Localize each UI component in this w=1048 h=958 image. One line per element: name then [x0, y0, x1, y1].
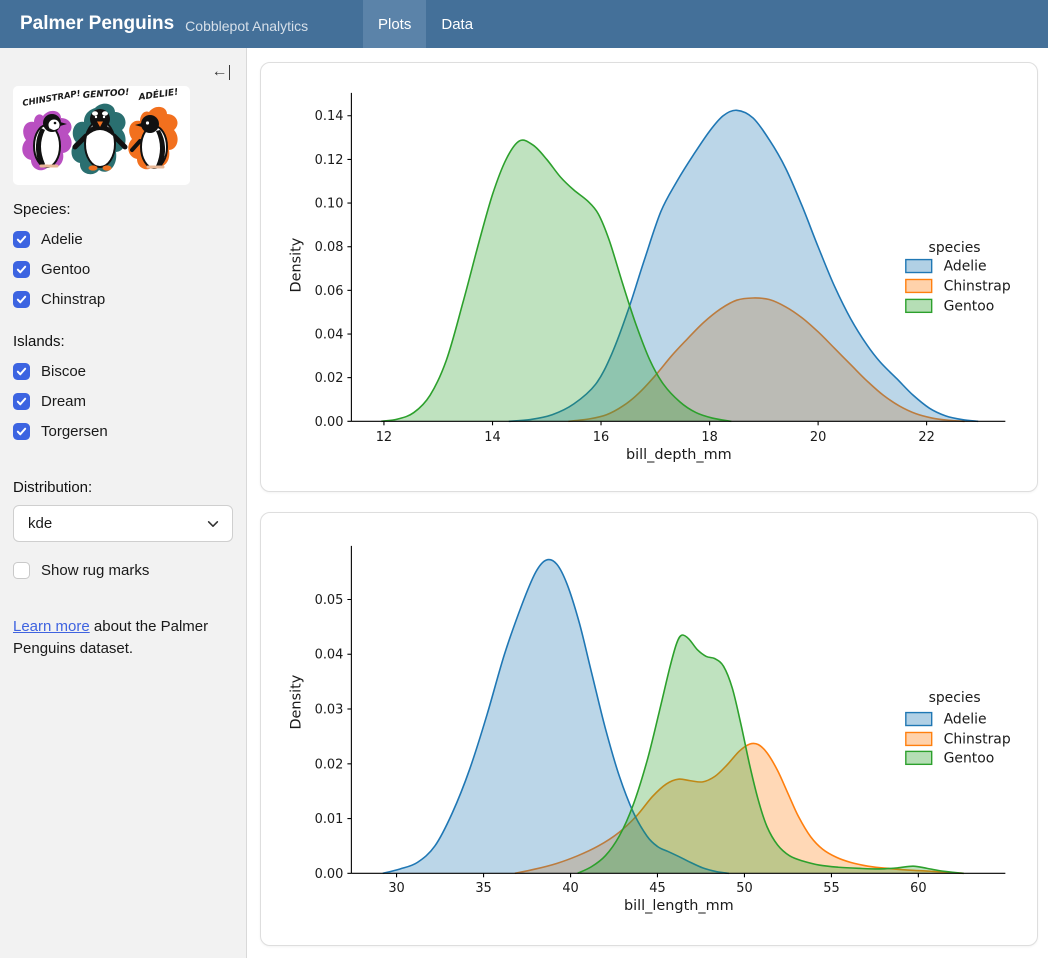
distribution-selected-value: kde	[28, 515, 52, 532]
legend-swatch-gentoo	[906, 299, 932, 312]
svg-text:0.00: 0.00	[315, 867, 344, 882]
footer-note: Learn more about the Palmer Penguins dat…	[13, 616, 231, 660]
bill-depth-density-chart: 12 14 16 18 20 22 0.00 0.02 0.04 0.06 0.08 0.10 0.12…	[261, 63, 1037, 491]
penguins-artwork: CHINSTRAP! GENTOO! ADÉLIE!	[13, 86, 233, 185]
chart-legend: species Adelie Chinstrap Gentoo	[906, 240, 1011, 314]
svg-text:0.02: 0.02	[315, 757, 344, 772]
svg-text:12: 12	[376, 430, 392, 445]
bill-depth-chart-card: 12 14 16 18 20 22 0.00 0.02 0.04 0.06 0.08 0.10 0.12…	[260, 62, 1038, 492]
svg-text:40: 40	[562, 881, 578, 896]
legend-swatch-adelie	[906, 713, 932, 726]
legend-title: species	[929, 240, 981, 256]
chart-legend: species Adelie Chinstrap Gentoo	[906, 690, 1011, 766]
islands-checkbox-group: Biscoe Dream Torgersen	[13, 362, 233, 440]
checkbox-checked-icon	[13, 261, 30, 278]
brand: Palmer Penguins Cobblepot Analytics	[0, 0, 363, 48]
legend-swatch-gentoo	[906, 751, 932, 764]
svg-text:0.03: 0.03	[315, 702, 344, 717]
navbar: Palmer Penguins Cobblepot Analytics Plot…	[0, 0, 1048, 48]
svg-text:16: 16	[593, 430, 609, 445]
species-filter-label: Species:	[13, 201, 233, 218]
legend-label-adelie: Adelie	[944, 712, 987, 728]
svg-text:60: 60	[910, 881, 926, 896]
svg-text:45: 45	[649, 881, 665, 896]
show-rug-marks-checkbox[interactable]: Show rug marks	[13, 561, 233, 579]
y-axis-label: Density	[289, 237, 305, 292]
bill-length-chart-card: 30 35 40 45 50 55 60 0.00 0.01 0.02 0.03 0.04 0.05 bi…	[260, 512, 1038, 946]
checkbox-checked-icon	[13, 423, 30, 440]
svg-text:0.14: 0.14	[315, 109, 344, 124]
svg-text:0.10: 0.10	[315, 197, 344, 212]
svg-text:0.04: 0.04	[315, 328, 344, 343]
islands-filter-label: Islands:	[13, 333, 233, 350]
legend-label-gentoo: Gentoo	[944, 750, 995, 766]
svg-text:22: 22	[918, 430, 934, 445]
checkbox-adelie[interactable]: Adelie	[13, 230, 233, 248]
main-content: 12 14 16 18 20 22 0.00 0.02 0.04 0.06 0.08 0.10 0.12…	[247, 48, 1048, 958]
bill-length-density-chart: 30 35 40 45 50 55 60 0.00 0.01 0.02 0.03 0.04 0.05 bi…	[261, 513, 1037, 945]
checkbox-label: Dream	[41, 393, 86, 410]
legend-label-gentoo: Gentoo	[944, 298, 995, 314]
svg-text:30: 30	[388, 881, 404, 896]
tab-plots[interactable]: Plots	[363, 0, 426, 48]
svg-text:20: 20	[810, 430, 826, 445]
svg-text:0.02: 0.02	[315, 371, 344, 386]
checkbox-label: Adelie	[41, 231, 83, 248]
checkbox-gentoo[interactable]: Gentoo	[13, 260, 233, 278]
nav-tabs: PlotsData	[363, 0, 488, 48]
arrow-left-to-bar-icon: ←	[212, 64, 228, 80]
checkbox-unchecked-icon	[13, 562, 30, 579]
show-rug-marks-label: Show rug marks	[41, 562, 149, 579]
checkbox-label: Gentoo	[41, 261, 90, 278]
app-subtitle: Cobblepot Analytics	[185, 15, 308, 34]
checkbox-checked-icon	[13, 231, 30, 248]
learn-more-link[interactable]: Learn more	[13, 618, 90, 635]
svg-text:14: 14	[484, 430, 500, 445]
svg-text:0.05: 0.05	[315, 593, 344, 608]
legend-label-chinstrap: Chinstrap	[944, 278, 1011, 294]
checkbox-checked-icon	[13, 291, 30, 308]
distribution-select[interactable]: kde	[13, 505, 233, 542]
svg-text:35: 35	[475, 881, 491, 896]
svg-text:0.00: 0.00	[315, 415, 344, 430]
checkbox-chinstrap[interactable]: Chinstrap	[13, 290, 233, 308]
checkbox-label: Biscoe	[41, 363, 86, 380]
svg-text:18: 18	[701, 430, 717, 445]
svg-text:0.06: 0.06	[315, 284, 344, 299]
legend-label-adelie: Adelie	[944, 259, 987, 275]
legend-swatch-chinstrap	[906, 732, 932, 745]
distribution-label: Distribution:	[13, 479, 233, 496]
checkbox-label: Chinstrap	[41, 291, 105, 308]
svg-text:0.01: 0.01	[315, 812, 344, 827]
penguins-artwork-image: CHINSTRAP! GENTOO! ADÉLIE!	[13, 86, 190, 185]
legend-label-chinstrap: Chinstrap	[944, 731, 1011, 747]
legend-title: species	[929, 690, 981, 706]
svg-text:55: 55	[823, 881, 839, 896]
svg-text:0.12: 0.12	[315, 153, 344, 168]
sidebar: ←	[0, 48, 247, 958]
app-title: Palmer Penguins	[20, 13, 174, 35]
checkbox-dream[interactable]: Dream	[13, 392, 233, 410]
svg-text:0.08: 0.08	[315, 240, 344, 255]
species-checkbox-group: Adelie Gentoo Chinstrap	[13, 230, 233, 308]
y-axis-label: Density	[289, 674, 305, 729]
checkbox-checked-icon	[13, 363, 30, 380]
legend-swatch-chinstrap	[906, 279, 932, 292]
checkbox-torgersen[interactable]: Torgersen	[13, 422, 233, 440]
sidebar-collapse-button[interactable]: ←	[212, 64, 231, 80]
checkbox-checked-icon	[13, 393, 30, 410]
svg-text:0.04: 0.04	[315, 648, 344, 663]
tab-data[interactable]: Data	[426, 0, 488, 48]
checkbox-label: Torgersen	[41, 423, 108, 440]
checkbox-biscoe[interactable]: Biscoe	[13, 362, 233, 380]
chevron-down-icon	[206, 517, 220, 531]
svg-text:50: 50	[736, 881, 752, 896]
x-axis-label: bill_depth_mm	[626, 447, 732, 463]
x-axis-label: bill_length_mm	[624, 898, 734, 914]
legend-swatch-adelie	[906, 260, 932, 273]
